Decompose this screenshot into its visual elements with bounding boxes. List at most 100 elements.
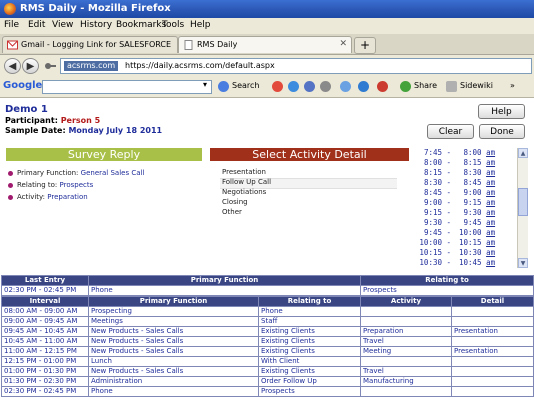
- column-header: Last Entry: [1, 275, 89, 286]
- time-slot[interactable]: 8:30 - 8:45 am: [416, 178, 516, 187]
- time-slot-start: 8:15: [423, 168, 442, 177]
- table-cell: 10:45 AM - 11:00 AM: [1, 336, 89, 347]
- time-slot[interactable]: 9:00 - 9:15 am: [416, 198, 516, 207]
- time-slot-suffix: am: [486, 218, 496, 227]
- table-row: 12:15 PM - 01:00 PM Lunch With Client: [1, 356, 534, 367]
- time-slot[interactable]: 9:45 - 10:00 am: [416, 228, 516, 237]
- gmail-toolbar-icon[interactable]: [377, 81, 388, 92]
- bullet-icon: [8, 194, 13, 200]
- table-cell: Meeting: [360, 346, 452, 357]
- activity-option-closing[interactable]: Closing: [222, 198, 248, 206]
- activity-option-other[interactable]: Other: [222, 208, 242, 216]
- clear-button[interactable]: Clear: [427, 124, 474, 139]
- url-bar[interactable]: acsrms.com https://daily.acsrms.com/defa…: [60, 58, 532, 74]
- column-header: Activity: [360, 296, 452, 307]
- menu-edit[interactable]: Edit: [28, 20, 45, 30]
- table-cell: [360, 356, 452, 367]
- table-row: 09:45 AM - 10:45 AM New Products - Sales …: [1, 326, 534, 337]
- search-icon[interactable]: [218, 81, 229, 92]
- table-row: 10:45 AM - 11:00 AM New Products - Sales …: [1, 336, 534, 347]
- time-slot[interactable]: 8:15 - 8:30 am: [416, 168, 516, 177]
- survey-item-primary-function: Primary Function: General Sales Call: [8, 169, 144, 177]
- menu-help[interactable]: Help: [190, 20, 211, 30]
- table-cell: [451, 306, 534, 317]
- table-cell: New Products - Sales Calls: [88, 326, 259, 337]
- google-search-input[interactable]: [42, 80, 212, 94]
- scroll-down-icon[interactable]: ▼: [518, 258, 528, 268]
- menu-bookmarks[interactable]: Bookmarks: [116, 20, 166, 30]
- window-titlebar: RMS Daily - Mozilla Firefox: [0, 0, 534, 18]
- time-list-scrollbar[interactable]: ▲ ▼: [517, 148, 528, 268]
- activity-option-follow-up-call[interactable]: Follow Up Call: [222, 178, 271, 186]
- menu-tools[interactable]: Tools: [162, 20, 184, 30]
- activity-option-negotiations[interactable]: Negotiations: [222, 188, 266, 196]
- share-icon[interactable]: [400, 81, 411, 92]
- menu-history[interactable]: History: [80, 20, 112, 30]
- time-slot-end: 10:30: [458, 248, 482, 257]
- time-slot-suffix: am: [486, 148, 496, 157]
- time-slot-start: 10:30: [419, 258, 442, 267]
- time-slot[interactable]: 9:15 - 9:30 am: [416, 208, 516, 217]
- menu-view[interactable]: View: [52, 20, 73, 30]
- activity-option-presentation[interactable]: Presentation: [222, 168, 266, 176]
- time-slot-separator: -: [442, 158, 456, 167]
- toolbar-icon-1[interactable]: [272, 81, 283, 92]
- google-search-button[interactable]: Search: [232, 81, 259, 90]
- time-slot-suffix: am: [486, 238, 496, 247]
- time-slot[interactable]: 10:00 - 10:15 am: [416, 238, 516, 247]
- time-slot-separator: -: [442, 148, 456, 157]
- time-slot-start: 9:15: [423, 208, 442, 217]
- toolbar-icon-2[interactable]: [288, 81, 299, 92]
- toolbar-icon-6[interactable]: [358, 81, 369, 92]
- table-cell: [360, 386, 452, 397]
- time-slot-end: 9:00: [463, 188, 482, 197]
- column-header: Interval: [1, 296, 89, 307]
- share-button[interactable]: Share: [414, 81, 437, 90]
- tab-label: RMS Daily: [197, 40, 238, 49]
- time-slot[interactable]: 10:15 - 10:30 am: [416, 248, 516, 257]
- toolbar-icon-5[interactable]: [340, 81, 351, 92]
- new-tab-button[interactable]: +: [354, 37, 376, 54]
- table-cell: Manufacturing: [360, 376, 452, 387]
- time-slot[interactable]: 7:45 - 8:00 am: [416, 148, 516, 157]
- table-cell: Travel: [360, 366, 452, 377]
- help-button[interactable]: Help: [478, 104, 525, 119]
- table-cell: Meetings: [88, 316, 259, 327]
- site-identity-domain[interactable]: acsrms.com: [64, 61, 119, 71]
- participant-line: Participant: Person 5: [5, 116, 100, 125]
- done-button[interactable]: Done: [479, 124, 525, 139]
- time-slot-suffix: am: [486, 228, 496, 237]
- tab-gmail[interactable]: Gmail - Logging Link for SALESFORCE DE..…: [2, 36, 178, 53]
- time-slot[interactable]: 9:30 - 9:45 am: [416, 218, 516, 227]
- table-cell: Presentation: [451, 346, 534, 357]
- time-slot-end: 10:45: [458, 258, 482, 267]
- back-button[interactable]: ◀: [4, 58, 21, 74]
- toolbar-icon-3[interactable]: [304, 81, 315, 92]
- table-cell: Prospects: [258, 386, 361, 397]
- time-slot[interactable]: 8:00 - 8:15 am: [416, 158, 516, 167]
- table-cell: Existing Clients: [258, 366, 361, 377]
- toolbar-icon-4[interactable]: [320, 81, 331, 92]
- table-cell: 02:30 PM - 02:45 PM: [1, 285, 89, 296]
- forward-button[interactable]: ▶: [22, 58, 39, 74]
- time-slot-start: 9:00: [423, 198, 442, 207]
- time-slot-end: 8:45: [463, 178, 482, 187]
- menu-file[interactable]: File: [4, 20, 19, 30]
- time-slot[interactable]: 8:45 - 9:00 am: [416, 188, 516, 197]
- time-slot[interactable]: 10:30 - 10:45 am: [416, 258, 516, 267]
- toolbar-overflow-icon[interactable]: »: [510, 81, 515, 90]
- table-cell: Staff: [258, 316, 361, 327]
- time-slot-start: 10:15: [419, 248, 442, 257]
- scroll-up-icon[interactable]: ▲: [518, 148, 528, 158]
- tab-rms-daily[interactable]: RMS Daily ✕: [178, 36, 352, 53]
- sidewiki-icon[interactable]: [446, 81, 457, 92]
- time-slot-separator: -: [442, 248, 456, 257]
- scroll-thumb[interactable]: [518, 188, 528, 216]
- table-row: 09:00 AM - 09:45 AM Meetings Staff: [1, 316, 534, 327]
- table-cell: 09:45 AM - 10:45 AM: [1, 326, 89, 337]
- close-tab-icon[interactable]: ✕: [339, 39, 347, 49]
- page-content: Demo 1 Participant: Person 5 Sample Date…: [0, 98, 534, 404]
- dropdown-arrow-icon[interactable]: ▾: [203, 80, 207, 89]
- sidewiki-button[interactable]: Sidewiki: [460, 81, 493, 90]
- time-slot-end: 10:15: [458, 238, 482, 247]
